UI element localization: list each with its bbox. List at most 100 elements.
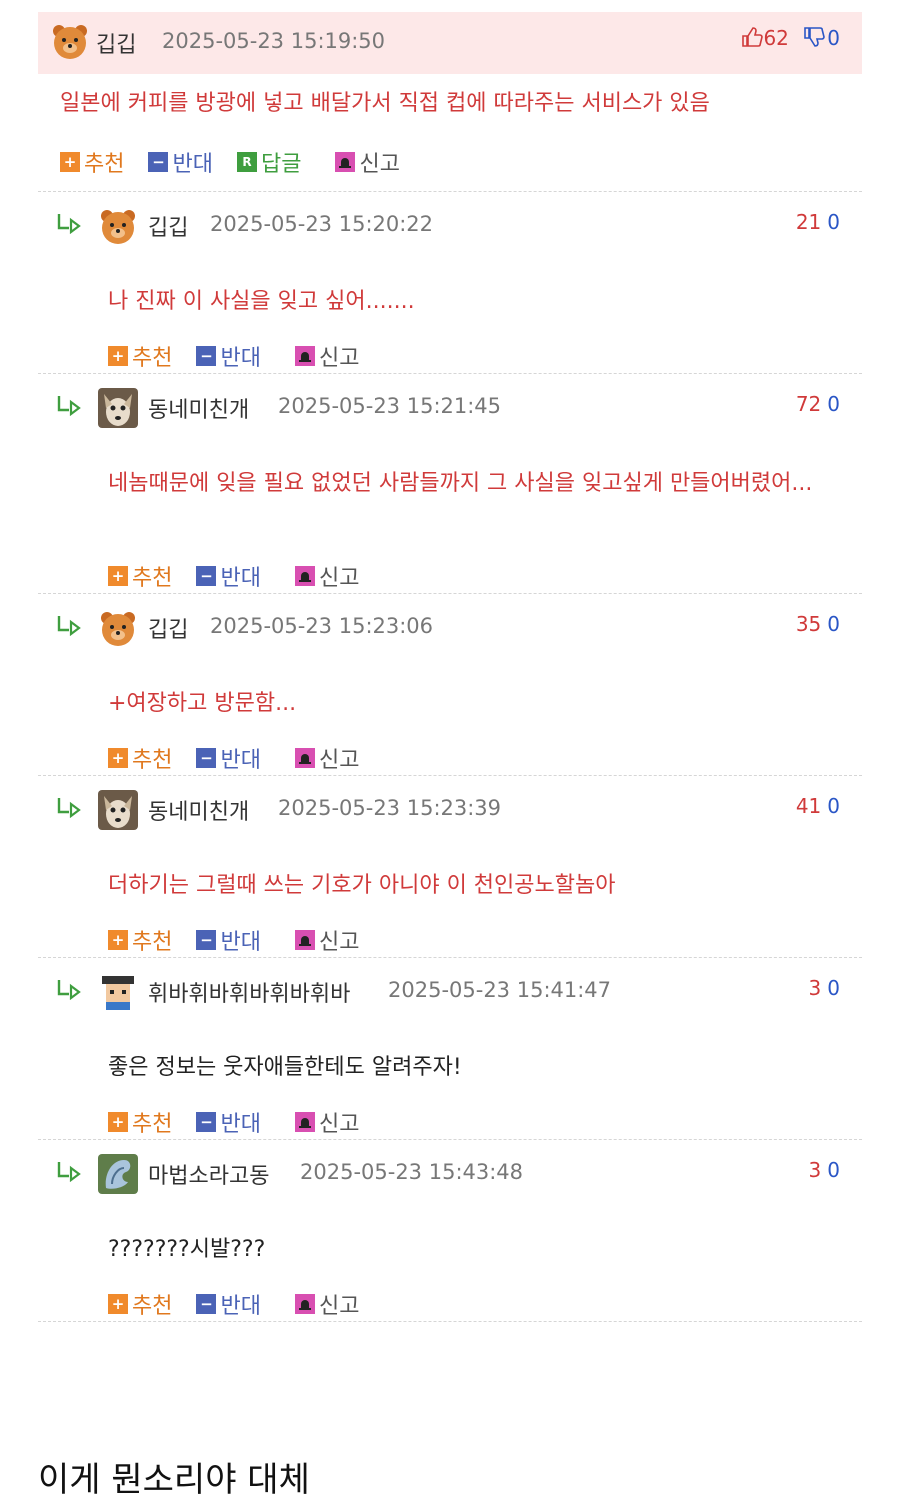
upvote-count: 35 [795, 612, 822, 636]
pixel-avatar[interactable] [98, 972, 138, 1012]
comment-actions: + 추천 − 반대 신고 [108, 340, 383, 372]
comment-header: 깁깁 2025-05-23 15:19:50 62 0 [38, 12, 862, 74]
vote-score: 30 [809, 1158, 840, 1182]
plus-icon: + [60, 152, 80, 172]
recommend-button[interactable]: + 추천 [108, 340, 172, 372]
shell-avatar[interactable] [98, 1154, 138, 1194]
comment-item: 깁깁 2025-05-23 15:19:50 62 0 일본에 커피를 방광에 … [38, 12, 862, 192]
siren-icon [294, 1112, 315, 1132]
vote-score: 72 0 [796, 392, 840, 416]
author-name[interactable]: 깁깁 [96, 27, 136, 59]
oppose-button[interactable]: − 반대 [196, 1106, 261, 1138]
reply-arrow-icon [57, 214, 81, 234]
author-name[interactable]: 마법소라고동 [148, 1158, 269, 1190]
comment-date: 2025-05-23 15:23:06 [210, 614, 434, 638]
siren-icon [294, 346, 315, 366]
downvote-count: 0 [827, 794, 840, 818]
comment-actions: + 추천 − 반대 신고 [108, 742, 383, 774]
upvote-count: 62 [763, 26, 789, 50]
upvote-count: 3 [808, 1158, 822, 1182]
dog-avatar[interactable] [98, 790, 138, 830]
reply-arrow-icon [57, 1162, 81, 1182]
comment-text: 일본에 커피를 방광에 넣고 배달가서 직접 컵에 따라주는 서비스가 있음 [60, 91, 710, 116]
downvote-count: 0 [827, 392, 840, 416]
comment-text: 좋은 정보는 웃자애들한테도 알려주자! [108, 1055, 462, 1080]
siren-icon [335, 152, 356, 172]
comment-date: 2025-05-23 15:21:45 [278, 394, 502, 418]
minus-icon: − [196, 1294, 217, 1314]
recommend-button[interactable]: + 추천 [108, 1106, 172, 1138]
downvote-count: 0 [827, 1158, 840, 1182]
comment-list: 깁깁 2025-05-23 15:19:50 62 0 일본에 커피를 방광에 … [38, 12, 862, 1322]
upvote-count: 21 [795, 210, 822, 234]
oppose-button[interactable]: − 반대 [196, 340, 261, 372]
recommend-button[interactable]: + 추천 [108, 560, 172, 592]
siren-icon [294, 748, 315, 768]
oppose-button[interactable]: − 반대 [196, 560, 261, 592]
comment-text: ???????시발??? [108, 1237, 266, 1262]
reply-arrow-icon [57, 980, 81, 1000]
author-name[interactable]: 동네미친개 [148, 392, 249, 424]
author-name[interactable]: 깁깁 [148, 210, 188, 242]
comment-text: 나 진짜 이 사실을 잊고 싶어....... [108, 289, 415, 314]
comment-text: 네놈때문에 잊을 필요 없었던 사람들까지 그 사실을 잊고싶게 만들어버렸어.… [108, 471, 813, 496]
minus-icon: − [148, 152, 169, 172]
comment-date: 2025-05-23 15:23:39 [278, 796, 502, 820]
comment-actions: + 추천 − 반대 신고 [108, 1288, 383, 1320]
plus-icon: + [108, 566, 128, 586]
report-button[interactable]: 신고 [294, 560, 359, 592]
reply-arrow-icon [57, 798, 81, 818]
recommend-button[interactable]: + 추천 [108, 924, 172, 956]
siren-icon [294, 566, 315, 586]
reply-arrow-icon [57, 396, 81, 416]
report-button[interactable]: 신고 [294, 1288, 359, 1320]
report-button[interactable]: 신고 [294, 1106, 359, 1138]
upvote-count: 3 [808, 976, 822, 1000]
plus-icon: + [108, 748, 128, 768]
reply-item: 마법소라고동 2025-05-23 15:43:48 30 ???????시발?… [38, 1140, 862, 1322]
comment-date: 2025-05-23 15:19:50 [162, 29, 386, 53]
report-button[interactable]: 신고 [294, 924, 359, 956]
author-name[interactable]: 깁깁 [148, 612, 188, 644]
vote-score: 41 0 [796, 794, 840, 818]
reply-button[interactable]: R 답글 [236, 146, 301, 178]
thumbs-down-icon[interactable] [803, 26, 826, 48]
oppose-button[interactable]: − 반대 [196, 924, 261, 956]
plus-icon: + [108, 346, 128, 366]
siren-icon [294, 930, 315, 950]
reply-item: 동네미친개 2025-05-23 15:21:45 72 0 네놈때문에 잊을 필… [38, 374, 862, 594]
downvote-count: 0 [827, 210, 840, 234]
vote-score: 21 0 [796, 210, 840, 234]
author-name[interactable]: 동네미친개 [148, 794, 249, 826]
comment-actions: + 추천 − 반대 신고 [108, 924, 383, 956]
oppose-button[interactable]: − 반대 [196, 742, 261, 774]
author-name[interactable]: 휘바휘바휘바휘바휘바 [148, 976, 350, 1008]
bear-avatar[interactable] [98, 608, 138, 648]
reply-arrow-icon [57, 616, 81, 636]
comment-actions: + 추천 − 반대 R 답글 신고 [60, 146, 424, 178]
oppose-button[interactable]: − 반대 [148, 146, 213, 178]
downvote-count: 0 [827, 26, 840, 50]
comment-date: 2025-05-23 15:43:48 [300, 1160, 524, 1184]
bear-avatar[interactable] [98, 206, 138, 246]
siren-icon [294, 1294, 315, 1314]
plus-icon: + [108, 930, 128, 950]
vote-score: 30 [809, 976, 840, 1000]
vote-score: 62 0 [741, 26, 840, 50]
recommend-button[interactable]: + 추천 [108, 1288, 172, 1320]
oppose-button[interactable]: − 반대 [196, 1288, 261, 1320]
upvote-count: 41 [795, 794, 822, 818]
bear-avatar[interactable] [50, 21, 90, 61]
report-button[interactable]: 신고 [294, 742, 359, 774]
reply-item: 깁깁 2025-05-23 15:20:22 21 0 나 진짜 이 사실을 잊고… [38, 192, 862, 374]
recommend-button[interactable]: + 추천 [60, 146, 124, 178]
downvote-count: 0 [827, 612, 840, 636]
dog-avatar[interactable] [98, 388, 138, 428]
report-button[interactable]: 신고 [335, 146, 400, 178]
recommend-button[interactable]: + 추천 [108, 742, 172, 774]
upvote-count: 72 [795, 392, 822, 416]
minus-icon: − [196, 1112, 217, 1132]
comment-actions: + 추천 − 반대 신고 [108, 560, 383, 592]
thumbs-up-icon[interactable] [741, 26, 764, 48]
report-button[interactable]: 신고 [294, 340, 359, 372]
